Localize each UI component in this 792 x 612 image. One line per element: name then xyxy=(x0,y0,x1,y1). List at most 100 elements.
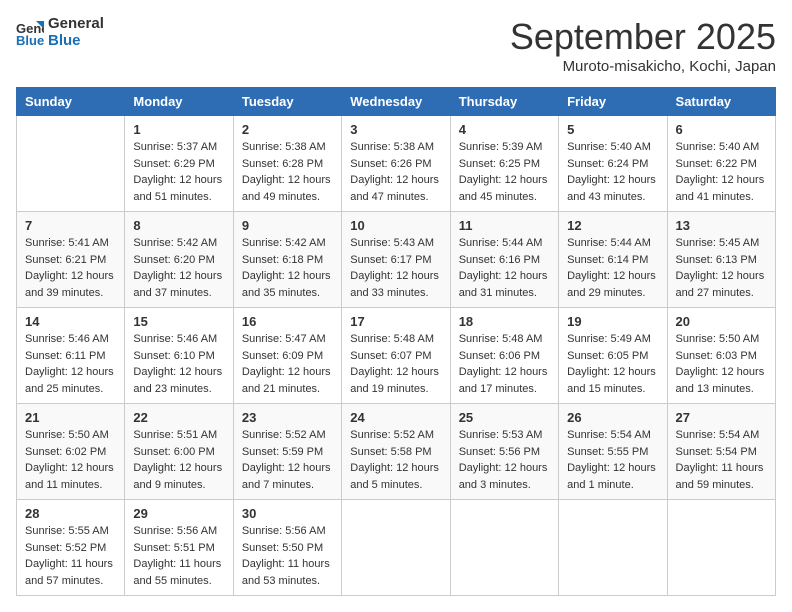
day-info-line: Daylight: 12 hours xyxy=(350,460,441,477)
day-info-line: Sunrise: 5:52 AM xyxy=(242,427,333,444)
day-number: 12 xyxy=(567,218,658,233)
day-info-line: and 43 minutes. xyxy=(567,189,658,206)
day-info-line: Daylight: 12 hours xyxy=(242,460,333,477)
calendar-day-cell: 28Sunrise: 5:55 AMSunset: 5:52 PMDayligh… xyxy=(17,500,125,596)
calendar-day-cell: 11Sunrise: 5:44 AMSunset: 6:16 PMDayligh… xyxy=(450,212,558,308)
calendar-day-cell xyxy=(559,500,667,596)
day-number: 1 xyxy=(133,122,224,137)
day-info-line: Daylight: 12 hours xyxy=(567,364,658,381)
day-number: 8 xyxy=(133,218,224,233)
day-number: 16 xyxy=(242,314,333,329)
day-info-line: Sunset: 6:24 PM xyxy=(567,156,658,173)
calendar-day-cell: 6Sunrise: 5:40 AMSunset: 6:22 PMDaylight… xyxy=(667,116,775,212)
day-info-line: Daylight: 12 hours xyxy=(133,460,224,477)
day-info-line: Sunrise: 5:50 AM xyxy=(676,331,767,348)
day-info-line: Sunrise: 5:46 AM xyxy=(25,331,116,348)
calendar-week-row: 21Sunrise: 5:50 AMSunset: 6:02 PMDayligh… xyxy=(17,404,776,500)
day-info-line: and 7 minutes. xyxy=(242,477,333,494)
day-number: 30 xyxy=(242,506,333,521)
calendar-day-cell: 22Sunrise: 5:51 AMSunset: 6:00 PMDayligh… xyxy=(125,404,233,500)
day-info-line: Daylight: 12 hours xyxy=(676,268,767,285)
day-info-line: Daylight: 12 hours xyxy=(676,172,767,189)
calendar-day-cell: 15Sunrise: 5:46 AMSunset: 6:10 PMDayligh… xyxy=(125,308,233,404)
svg-text:Blue: Blue xyxy=(16,33,44,47)
day-info-line: Sunset: 6:06 PM xyxy=(459,348,550,365)
day-info-line: Daylight: 12 hours xyxy=(676,364,767,381)
day-info-line: Sunset: 6:11 PM xyxy=(25,348,116,365)
day-info-line: and 5 minutes. xyxy=(350,477,441,494)
day-number: 29 xyxy=(133,506,224,521)
day-number: 17 xyxy=(350,314,441,329)
day-info-line: Daylight: 12 hours xyxy=(459,460,550,477)
day-info-line: Sunrise: 5:50 AM xyxy=(25,427,116,444)
calendar-subtitle: Muroto-misakicho, Kochi, Japan xyxy=(510,58,776,75)
day-info-line: and 59 minutes. xyxy=(676,477,767,494)
day-info-line: and 51 minutes. xyxy=(133,189,224,206)
day-info-line: Sunrise: 5:49 AM xyxy=(567,331,658,348)
day-info-line: Sunrise: 5:42 AM xyxy=(133,235,224,252)
day-info-line: Sunset: 6:20 PM xyxy=(133,252,224,269)
day-info-line: Daylight: 12 hours xyxy=(25,364,116,381)
day-number: 5 xyxy=(567,122,658,137)
calendar-week-row: 7Sunrise: 5:41 AMSunset: 6:21 PMDaylight… xyxy=(17,212,776,308)
day-info-line: and 1 minute. xyxy=(567,477,658,494)
day-info-line: Daylight: 12 hours xyxy=(133,268,224,285)
day-info-line: Daylight: 12 hours xyxy=(567,460,658,477)
calendar-header-cell: Friday xyxy=(559,88,667,116)
day-number: 4 xyxy=(459,122,550,137)
day-info-line: Sunset: 6:07 PM xyxy=(350,348,441,365)
day-info-line: Sunrise: 5:54 AM xyxy=(567,427,658,444)
header: General Blue General Blue September 2025… xyxy=(16,16,776,75)
calendar-day-cell: 30Sunrise: 5:56 AMSunset: 5:50 PMDayligh… xyxy=(233,500,341,596)
day-info-line: Daylight: 12 hours xyxy=(242,268,333,285)
calendar-day-cell: 23Sunrise: 5:52 AMSunset: 5:59 PMDayligh… xyxy=(233,404,341,500)
day-info-line: Sunset: 5:52 PM xyxy=(25,540,116,557)
day-info-line: and 39 minutes. xyxy=(25,285,116,302)
day-number: 9 xyxy=(242,218,333,233)
day-info-line: Sunrise: 5:56 AM xyxy=(242,523,333,540)
day-info-line: and 3 minutes. xyxy=(459,477,550,494)
calendar-header-cell: Tuesday xyxy=(233,88,341,116)
day-info-line: Sunset: 5:51 PM xyxy=(133,540,224,557)
day-info-line: Daylight: 11 hours xyxy=(25,556,116,573)
day-info-line: and 57 minutes. xyxy=(25,573,116,590)
day-info-line: Sunset: 6:03 PM xyxy=(676,348,767,365)
logo-text-general: General xyxy=(48,16,104,33)
day-info-line: Daylight: 12 hours xyxy=(133,172,224,189)
calendar-day-cell: 10Sunrise: 5:43 AMSunset: 6:17 PMDayligh… xyxy=(342,212,450,308)
calendar-day-cell: 16Sunrise: 5:47 AMSunset: 6:09 PMDayligh… xyxy=(233,308,341,404)
calendar-day-cell xyxy=(17,116,125,212)
day-info-line: Sunset: 6:16 PM xyxy=(459,252,550,269)
day-info-line: and 13 minutes. xyxy=(676,381,767,398)
logo-text-blue: Blue xyxy=(48,33,104,50)
day-info-line: Sunrise: 5:46 AM xyxy=(133,331,224,348)
day-info-line: Sunrise: 5:48 AM xyxy=(350,331,441,348)
calendar-week-row: 28Sunrise: 5:55 AMSunset: 5:52 PMDayligh… xyxy=(17,500,776,596)
day-info-line: Daylight: 12 hours xyxy=(242,172,333,189)
calendar-header-cell: Wednesday xyxy=(342,88,450,116)
day-info-line: Sunset: 6:14 PM xyxy=(567,252,658,269)
calendar-day-cell: 13Sunrise: 5:45 AMSunset: 6:13 PMDayligh… xyxy=(667,212,775,308)
day-info-line: and 11 minutes. xyxy=(25,477,116,494)
day-info-line: Sunset: 6:29 PM xyxy=(133,156,224,173)
calendar-day-cell: 5Sunrise: 5:40 AMSunset: 6:24 PMDaylight… xyxy=(559,116,667,212)
day-number: 22 xyxy=(133,410,224,425)
day-info-line: and 21 minutes. xyxy=(242,381,333,398)
calendar-day-cell: 3Sunrise: 5:38 AMSunset: 6:26 PMDaylight… xyxy=(342,116,450,212)
calendar-day-cell: 14Sunrise: 5:46 AMSunset: 6:11 PMDayligh… xyxy=(17,308,125,404)
day-info-line: and 17 minutes. xyxy=(459,381,550,398)
calendar-day-cell xyxy=(342,500,450,596)
day-info-line: and 47 minutes. xyxy=(350,189,441,206)
day-info-line: Sunset: 5:58 PM xyxy=(350,444,441,461)
calendar-day-cell: 25Sunrise: 5:53 AMSunset: 5:56 PMDayligh… xyxy=(450,404,558,500)
day-info-line: Sunrise: 5:38 AM xyxy=(242,139,333,156)
day-info-line: Daylight: 12 hours xyxy=(459,364,550,381)
day-info-line: Daylight: 12 hours xyxy=(567,172,658,189)
day-info-line: Sunset: 6:05 PM xyxy=(567,348,658,365)
calendar-body: 1Sunrise: 5:37 AMSunset: 6:29 PMDaylight… xyxy=(17,116,776,596)
calendar-day-cell: 1Sunrise: 5:37 AMSunset: 6:29 PMDaylight… xyxy=(125,116,233,212)
day-info-line: and 27 minutes. xyxy=(676,285,767,302)
day-info-line: and 31 minutes. xyxy=(459,285,550,302)
day-info-line: Sunrise: 5:41 AM xyxy=(25,235,116,252)
calendar-day-cell: 21Sunrise: 5:50 AMSunset: 6:02 PMDayligh… xyxy=(17,404,125,500)
